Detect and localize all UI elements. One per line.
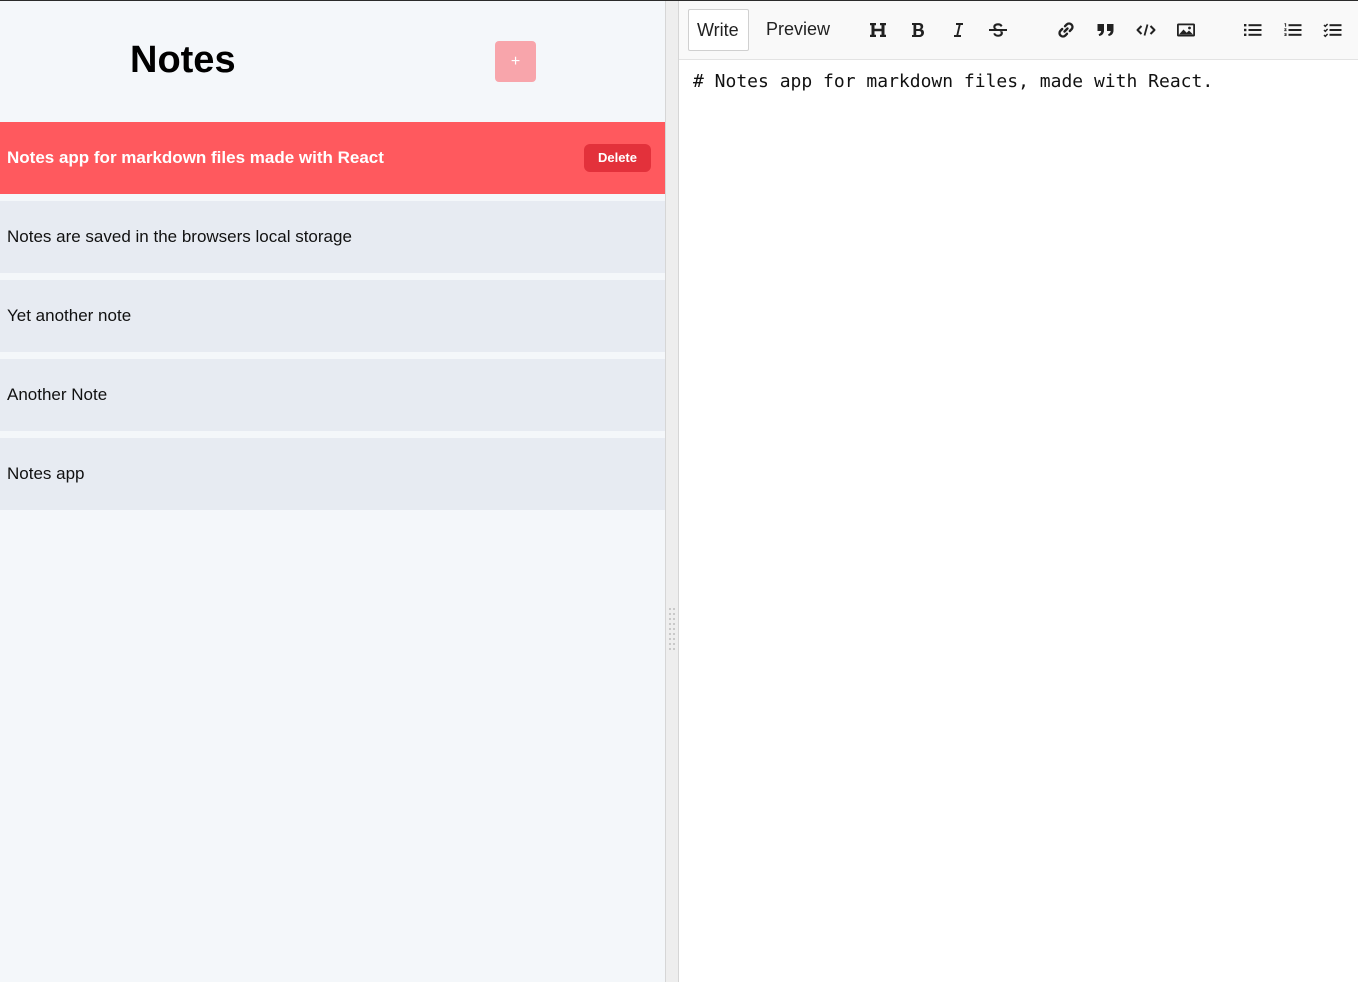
quote-icon[interactable]	[1095, 18, 1117, 42]
bold-icon[interactable]	[907, 18, 929, 42]
note-title: Notes app	[7, 464, 85, 483]
tab-write[interactable]: Write	[688, 9, 749, 51]
sidebar-header: Notes +	[0, 1, 665, 122]
note-item[interactable]: Notes app for markdown files made with R…	[0, 122, 665, 194]
ordered-list-icon[interactable]	[1282, 18, 1304, 42]
image-icon[interactable]	[1175, 18, 1197, 42]
note-item[interactable]: Notes app	[0, 438, 665, 510]
note-item[interactable]: Another Note	[0, 359, 665, 431]
unordered-list-icon[interactable]	[1242, 18, 1264, 42]
code-icon[interactable]	[1135, 18, 1157, 42]
editor-toolbar: Write Preview	[679, 1, 1358, 60]
tab-preview[interactable]: Preview	[758, 9, 838, 51]
note-item[interactable]: Yet another note	[0, 280, 665, 352]
note-title: Another Note	[7, 385, 108, 404]
split-gutter[interactable]	[665, 1, 679, 982]
checked-list-icon[interactable]	[1322, 18, 1344, 42]
add-note-button[interactable]: +	[495, 41, 536, 82]
markdown-editor: Write Preview # Notes app for markdown f…	[679, 1, 1358, 982]
note-list: Notes app for markdown files made with R…	[0, 122, 665, 517]
delete-note-button[interactable]: Delete	[583, 144, 651, 172]
note-title: Notes app for markdown files made with R…	[7, 148, 384, 167]
note-title: Notes are saved in the browsers local st…	[7, 227, 352, 246]
drag-handle-icon[interactable]	[669, 608, 677, 654]
sidebar: Notes + Notes app for markdown files mad…	[0, 1, 665, 982]
note-title: Yet another note	[7, 306, 132, 325]
note-item[interactable]: Notes are saved in the browsers local st…	[0, 201, 665, 273]
header-icon[interactable]	[867, 18, 889, 42]
window-top-border	[0, 0, 1358, 1]
app-title: Notes	[130, 39, 236, 81]
markdown-textarea[interactable]: # Notes app for markdown files, made wit…	[693, 71, 1213, 92]
italic-icon[interactable]	[947, 18, 969, 42]
link-icon[interactable]	[1055, 18, 1077, 42]
strikethrough-icon[interactable]	[987, 18, 1009, 42]
